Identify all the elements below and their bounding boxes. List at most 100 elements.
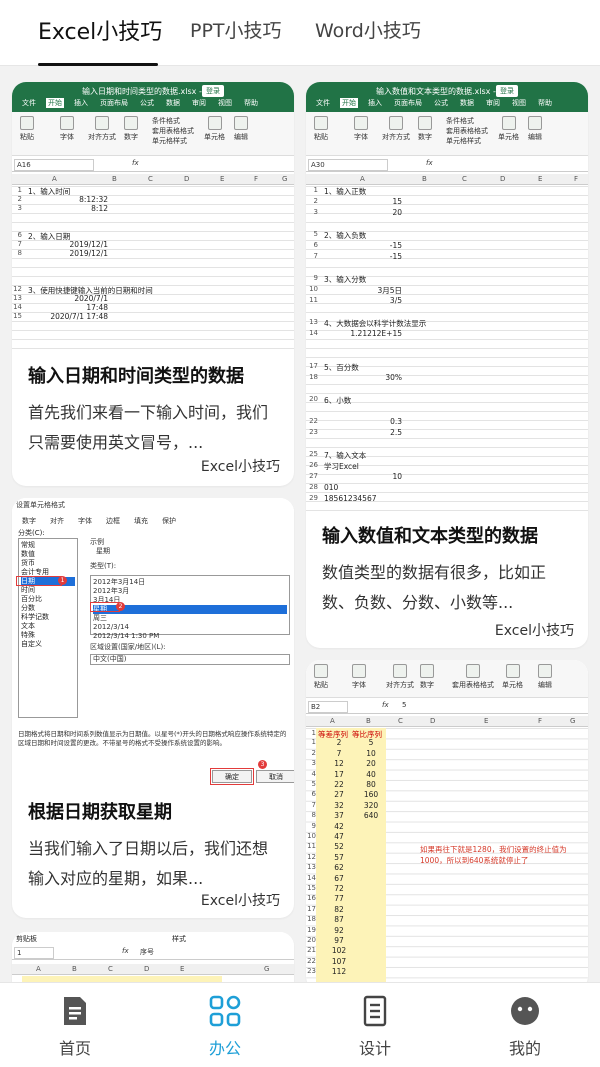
category-item: 百分比	[21, 595, 42, 603]
table-cell: 2	[336, 738, 342, 748]
nav-design[interactable]: 设计	[300, 993, 450, 1059]
ribbon-group-icon	[393, 664, 407, 678]
cell-value: 2020/7/1	[74, 294, 108, 303]
row-number: 7	[17, 240, 22, 248]
card-source: Excel小技巧	[494, 623, 574, 639]
ribbon-group-icon	[314, 664, 328, 678]
card-description: 首先我们来看一下输入时间，我们只需要使用英文冒号，...	[28, 403, 269, 452]
cell-value: 2020/7/1 17:48	[50, 312, 108, 321]
type-label: 类型(T):	[90, 562, 117, 570]
row-number: 22	[309, 417, 318, 425]
cell-value: 1.21212E+15	[350, 329, 402, 338]
name-box: 1	[14, 947, 54, 959]
card-thumbnail: 输入日期和时间类型的数据.xlsx - E... 登录 文件 开始 插入 页面布局 公式…	[12, 82, 294, 352]
card-source: Excel小技巧	[200, 893, 280, 909]
table-cell: 102	[331, 946, 347, 956]
cell-value: 2019/12/1	[69, 240, 108, 249]
table-cell: 77	[334, 894, 344, 904]
row-number: 10	[307, 832, 316, 840]
table-cell: 57	[334, 852, 344, 862]
document-icon	[0, 993, 150, 1029]
notes-icon	[300, 993, 450, 1029]
ribbon-group-label: 对齐方式	[386, 681, 414, 689]
card-thumbnail: 剪贴板 样式 1 fx 序号 ABCDEG	[12, 932, 294, 982]
row-number: 2	[311, 748, 316, 757]
formula-value: 序号	[140, 948, 154, 956]
sheet-grid	[12, 186, 294, 352]
ribbon-group: 套用表格格式	[452, 664, 494, 690]
card-source: Excel小技巧	[200, 459, 280, 475]
row-number: 10	[309, 285, 318, 293]
row-number: 2	[313, 197, 318, 205]
row-number: 15	[13, 312, 22, 320]
cell-text: 6、小数	[324, 396, 352, 405]
ribbon-group-icon	[352, 664, 366, 678]
article-card[interactable]: 输入日期和时间类型的数据.xlsx - E... 登录 文件 开始 插入 页面布局 公式…	[12, 82, 294, 486]
formula-bar: A16 fx	[12, 158, 294, 172]
category-item: 文本	[21, 622, 35, 630]
card-thumbnail: 输入数值和文本类型的数据.xlsx - E... 登录 文件 开始 插入 页面布局 公式…	[306, 82, 588, 512]
formula-bar: B2 fx 5	[306, 700, 588, 714]
tab-ppt-tips[interactable]: PPT小技巧	[190, 16, 282, 43]
card-thumbnail: 设置单元格格式 数字 对齐 字体 边框 填充 保护 分类(C): 常规 数值 货币 会计专用 日期…	[12, 498, 294, 788]
row-number: 3	[311, 759, 316, 768]
row-number: 2	[17, 195, 22, 203]
nav-office[interactable]: 办公	[150, 993, 300, 1059]
cell-text: 010	[324, 483, 339, 492]
table-cell: 7	[336, 748, 342, 758]
tab-excel-tips[interactable]: Excel小技巧	[38, 14, 162, 46]
cancel-button: 取消	[256, 770, 294, 783]
table-cell: 112	[331, 967, 347, 977]
cell-text: 3、输入分数	[324, 275, 367, 284]
card-title: 输入数值和文本类型的数据	[322, 526, 538, 547]
step-marker: 1	[58, 576, 67, 585]
category-label: 分类(C):	[18, 529, 45, 537]
row-number: 3	[313, 208, 318, 216]
row-number: 11	[307, 842, 316, 851]
table-cell: 32	[334, 800, 344, 810]
name-box: A16	[14, 159, 94, 171]
tab-word-tips[interactable]: Word小技巧	[315, 16, 421, 43]
cell-value: 2.5	[390, 428, 402, 437]
dialog-tabs: 数字 对齐 字体 边框 填充 保护	[22, 516, 190, 526]
category-item: 自定义	[21, 640, 42, 648]
excel-menu: 文件 开始 插入 页面布局 公式 数据 审阅 视图 帮助	[316, 98, 552, 108]
article-card[interactable]: 剪贴板 样式 1 fx 序号 ABCDEG	[12, 932, 294, 982]
formula-bar: 1 fx 序号	[12, 946, 294, 960]
table-cell: 17	[334, 769, 344, 779]
cell-value: 2019/12/1	[69, 249, 108, 258]
ribbon-group-icon	[420, 664, 434, 678]
row-number: 14	[309, 329, 318, 337]
nav-home[interactable]: 首页	[0, 993, 150, 1059]
dialog-tab: 字体	[78, 517, 92, 525]
category-item: 特殊	[21, 631, 35, 639]
row-number: 25	[309, 450, 318, 458]
category-item: 货币	[21, 559, 35, 567]
locale-label: 区域设置(国家/地区)(L):	[90, 643, 166, 651]
row-number: 1	[313, 186, 318, 194]
row-number: 13	[13, 294, 22, 302]
row-number: 20	[307, 936, 316, 944]
ribbon-group: 单元格	[502, 664, 523, 690]
article-card[interactable]: 输入数值和文本类型的数据.xlsx - E... 登录 文件 开始 插入 页面布局 公式…	[306, 82, 588, 648]
cell-value: 8:12:32	[79, 195, 108, 204]
article-card[interactable]: 设置单元格格式 数字 对齐 字体 边框 填充 保护 分类(C): 常规 数值 货币 会计专用 日期…	[12, 498, 294, 918]
nav-label: 我的	[508, 1039, 541, 1058]
table-cell: 97	[334, 936, 344, 945]
row-number: 20	[309, 395, 318, 403]
type-item: 2012年3月	[93, 587, 130, 595]
article-feed[interactable]: 输入日期和时间类型的数据.xlsx - E... 登录 文件 开始 插入 页面布局 公式…	[0, 66, 600, 982]
format-cells-dialog: 设置单元格格式 数字 对齐 字体 边框 填充 保护 分类(C): 常规 数值 货币 会计专用 日期…	[12, 498, 294, 788]
row-number: 18	[309, 373, 318, 381]
column-headers: ABCDEF	[306, 174, 588, 185]
category-item: 数值	[21, 550, 35, 558]
row-number: 5	[313, 230, 318, 238]
excel-login: 登录	[496, 85, 518, 97]
nav-mine[interactable]: 我的	[450, 993, 600, 1059]
locale-select: 中文(中国)	[90, 654, 290, 665]
cell-value: 17:48	[86, 303, 108, 312]
article-card[interactable]: 粘贴 字体 对齐方式 数字 套用表格格式 单元格 编辑 B2 fx 5 ABCDEFG 等差…	[306, 660, 588, 982]
row-number: 18	[307, 915, 316, 924]
row-number: 8	[17, 249, 22, 257]
cell-value: 10	[392, 472, 402, 481]
